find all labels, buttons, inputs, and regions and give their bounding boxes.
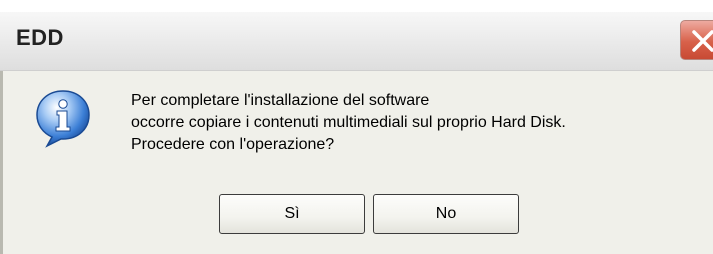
message-dialog: EDD Per completare l'installazione del s… xyxy=(0,0,713,254)
window-title: EDD xyxy=(16,25,64,50)
yes-button[interactable]: Sì xyxy=(219,194,365,234)
message-line: Per completare l'installazione del softw… xyxy=(131,92,430,109)
dialog-message: Per completare l'installazione del softw… xyxy=(131,90,566,156)
window-border xyxy=(0,71,3,254)
no-button[interactable]: No xyxy=(373,194,519,234)
message-line: Procedere con l'operazione? xyxy=(131,136,335,153)
message-line: occorre copiare i contenuti multimediali… xyxy=(131,114,566,131)
title-bar[interactable]: EDD xyxy=(0,12,713,71)
info-icon xyxy=(36,90,90,148)
close-icon xyxy=(692,30,713,52)
close-button[interactable] xyxy=(680,20,713,60)
